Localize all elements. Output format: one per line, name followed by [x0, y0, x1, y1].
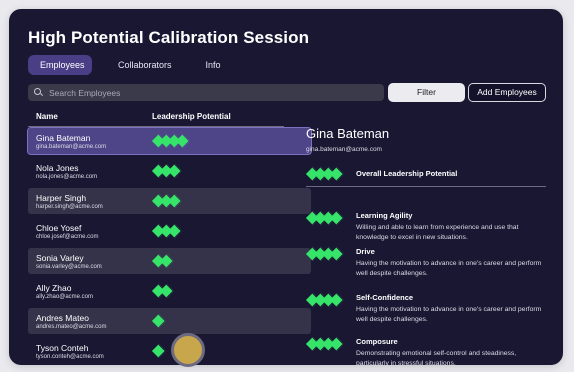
trait-description: Having the motivation to advance in one'… — [356, 260, 542, 277]
employee-name: Sonia Varley — [36, 253, 84, 263]
trait-title: Drive — [356, 247, 375, 256]
employee-name: Ally Zhao — [36, 283, 72, 293]
overall-potential: Overall Leadership Potential — [305, 166, 550, 186]
rating-diamonds — [305, 292, 345, 308]
employee-name: Nola Jones — [36, 163, 79, 173]
employee-row[interactable]: Harper Singh harper.singh@acme.com — [28, 188, 311, 214]
employee-row[interactable]: Sonia Varley sonia.varley@acme.com — [28, 248, 311, 274]
rating-diamonds — [151, 253, 175, 269]
employee-name: Chloe Yosef — [36, 223, 82, 233]
filter-button[interactable]: Filter — [388, 83, 465, 102]
detail-employee-email: gina.bateman@acme.com — [306, 146, 382, 153]
tab-info[interactable]: Info — [194, 55, 233, 75]
employee-email: chloe.josef@acme.com — [36, 234, 99, 240]
rating-diamonds — [151, 283, 175, 299]
employee-email: harper.singh@acme.com — [36, 204, 103, 210]
rating-diamonds — [151, 193, 183, 209]
employee-row[interactable]: Andres Mateo andres.mateo@acme.com — [28, 308, 311, 334]
page-title: High Potential Calibration Session — [28, 28, 310, 47]
employee-row[interactable]: Chloe Yosef chloe.josef@acme.com — [28, 218, 311, 244]
rating-diamonds — [151, 133, 191, 149]
column-header-name[interactable]: Name — [36, 112, 58, 121]
employee-row[interactable]: Nola Jones nola.jones@acme.com — [28, 158, 311, 184]
app-window: High Potential Calibration Session Emplo… — [9, 9, 563, 365]
column-header-leadership-potential[interactable]: Leadership Potential — [152, 112, 231, 121]
trait-title: Composure — [356, 337, 398, 346]
trait-title: Learning Agility — [356, 211, 413, 220]
diamond-icon — [151, 343, 167, 359]
rating-diamonds — [151, 313, 167, 329]
rating-diamonds — [151, 343, 167, 359]
overall-potential-label: Overall Leadership Potential — [356, 169, 458, 178]
employee-email: nola.jones@acme.com — [36, 174, 98, 180]
add-employees-button[interactable]: Add Employees — [468, 83, 546, 102]
trait-description: Demonstrating emotional self-control and… — [356, 350, 517, 365]
diamond-icon — [151, 313, 167, 329]
employee-name: Harper Singh — [36, 193, 87, 203]
rating-diamonds — [151, 163, 183, 179]
tab-bar: Employees Collaborators Info — [28, 55, 233, 75]
avatar[interactable] — [171, 333, 205, 367]
search-input[interactable] — [49, 87, 369, 98]
rating-diamonds — [151, 223, 183, 239]
rating-diamonds — [305, 166, 345, 182]
employee-name: Gina Bateman — [36, 133, 91, 143]
trait-title: Self-Confidence — [356, 293, 414, 302]
tab-employees[interactable]: Employees — [28, 55, 92, 75]
employee-email: tyson.conteh@acme.com — [36, 354, 104, 360]
employee-email: ally.zhao@acme.com — [36, 294, 93, 300]
rating-diamonds — [305, 246, 345, 262]
employee-email: gina.bateman@acme.com — [36, 144, 107, 150]
employee-email: andres.mateo@acme.com — [36, 324, 107, 330]
divider — [306, 186, 546, 187]
employee-name: Tyson Conteh — [36, 343, 89, 353]
employee-email: sonia.varley@acme.com — [36, 264, 102, 270]
employee-row[interactable]: Tyson Conteh tyson.conteh@acme.com — [28, 338, 311, 364]
search-icon — [34, 87, 44, 98]
search-bar[interactable] — [28, 84, 384, 101]
detail-employee-name: Gina Bateman — [306, 126, 390, 141]
trait-description: Having the motivation to advance in one'… — [356, 306, 542, 323]
trait-description: Willing and able to learn from experienc… — [356, 224, 519, 241]
divider — [28, 126, 284, 127]
employee-name: Andres Mateo — [36, 313, 89, 323]
employee-row[interactable]: Gina Bateman gina.bateman@acme.com — [27, 127, 312, 155]
rating-diamonds — [305, 336, 345, 352]
employee-list: Gina Bateman gina.bateman@acme.com Nola … — [27, 127, 312, 365]
employee-row[interactable]: Ally Zhao ally.zhao@acme.com — [28, 278, 311, 304]
rating-diamonds — [305, 210, 345, 226]
tab-collaborators[interactable]: Collaborators — [106, 55, 184, 75]
